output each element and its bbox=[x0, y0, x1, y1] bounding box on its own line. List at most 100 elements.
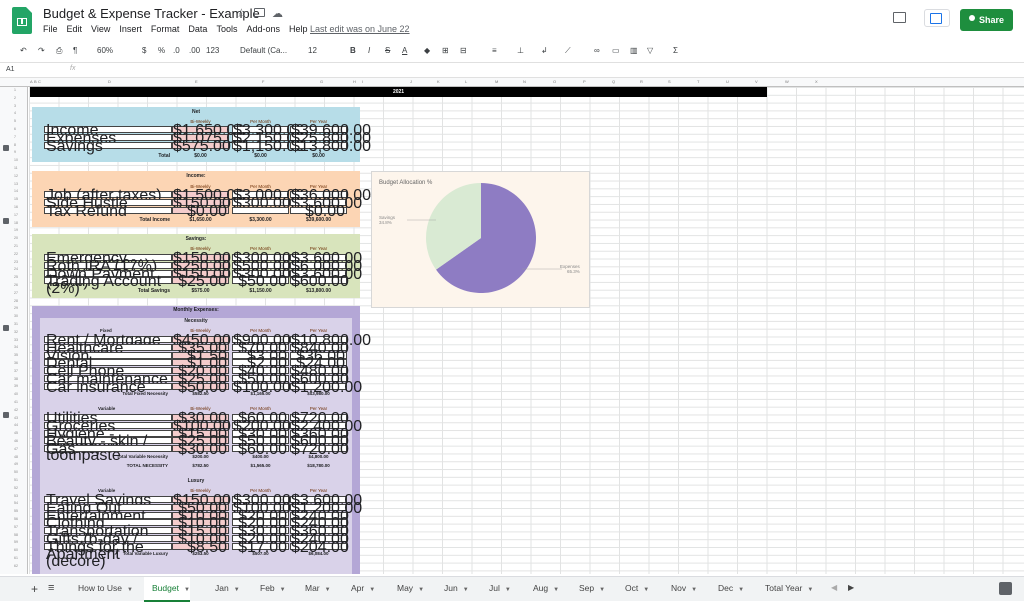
column-header-j[interactable]: J bbox=[410, 79, 412, 84]
strikethrough-button[interactable]: S bbox=[385, 46, 390, 55]
sheet-tab-may[interactable]: May ▼ bbox=[389, 577, 424, 602]
column-header-u[interactable]: U bbox=[726, 79, 729, 84]
scroll-right-icon[interactable]: ▶ bbox=[848, 583, 854, 592]
sheet-tab-jul[interactable]: Jul ▼ bbox=[481, 577, 511, 602]
redo-icon[interactable]: ↷ bbox=[38, 46, 45, 55]
tab-menu-arrow-icon[interactable]: ▼ bbox=[463, 587, 469, 593]
row-header[interactable]: 29 bbox=[14, 306, 18, 310]
horizontal-align-icon[interactable]: ≡ bbox=[492, 46, 497, 55]
tab-menu-arrow-icon[interactable]: ▼ bbox=[184, 587, 190, 593]
comment-history-icon[interactable] bbox=[893, 12, 906, 23]
cell-py[interactable]: $204.00 bbox=[290, 539, 349, 555]
sheet-tab-mar[interactable]: Mar ▼ bbox=[297, 577, 331, 602]
row-header[interactable]: 39 bbox=[14, 384, 18, 388]
spreadsheet-grid[interactable]: ABCDEFGHIJKLMNOPQRSTUVWX 1 2 3 4 5 6 7 8 9 10 11 12… bbox=[0, 78, 1024, 574]
font-size-select[interactable]: 12 bbox=[308, 46, 317, 55]
cell-py[interactable]: $13,800.00 bbox=[290, 138, 371, 154]
present-button[interactable] bbox=[924, 9, 950, 27]
tab-menu-arrow-icon[interactable]: ▼ bbox=[234, 587, 240, 593]
row-header[interactable]: 57 bbox=[14, 525, 18, 529]
bold-button[interactable]: B bbox=[350, 46, 356, 55]
menu-file[interactable]: File bbox=[43, 24, 58, 34]
row-header[interactable]: 51 bbox=[14, 478, 18, 482]
column-header-v[interactable]: V bbox=[755, 79, 758, 84]
percent-format-button[interactable]: % bbox=[158, 46, 165, 55]
row-header[interactable]: 20 bbox=[14, 236, 18, 240]
filter-icon[interactable]: ▽ bbox=[647, 46, 653, 55]
borders-icon[interactable]: ⊞ bbox=[442, 46, 449, 55]
row-label[interactable]: Things for the Apartment (decore) bbox=[44, 539, 172, 569]
row-header[interactable]: 12 bbox=[14, 174, 18, 178]
sheet-tab-oct[interactable]: Oct ▼ bbox=[617, 577, 649, 602]
cell-pm[interactable] bbox=[232, 206, 289, 214]
tab-menu-arrow-icon[interactable]: ▼ bbox=[599, 587, 605, 593]
row-label[interactable]: Car insurance bbox=[44, 379, 172, 395]
row-header[interactable]: 24 bbox=[14, 267, 18, 271]
row-header[interactable]: 38 bbox=[14, 377, 18, 381]
menu-format[interactable]: Format bbox=[151, 24, 180, 34]
row-header[interactable]: 52 bbox=[14, 486, 18, 490]
tab-menu-arrow-icon[interactable]: ▼ bbox=[369, 587, 375, 593]
increase-decimal-button[interactable]: .00 bbox=[189, 46, 200, 55]
row-header[interactable]: 8 bbox=[14, 143, 16, 147]
text-rotation-icon[interactable]: ⟋ bbox=[565, 46, 571, 56]
column-header-c[interactable]: C bbox=[38, 79, 41, 84]
menu-data[interactable]: Data bbox=[188, 24, 207, 34]
row-header[interactable]: 7 bbox=[14, 135, 16, 139]
row-header[interactable]: 62 bbox=[14, 564, 18, 568]
menu-tools[interactable]: Tools bbox=[216, 24, 237, 34]
row-header[interactable]: 6 bbox=[14, 127, 16, 131]
row-header[interactable]: 47 bbox=[14, 447, 18, 451]
document-title[interactable]: Budget & Expense Tracker - Example bbox=[43, 6, 260, 21]
expand-group-icon[interactable] bbox=[3, 145, 9, 151]
row-header[interactable]: 36 bbox=[14, 361, 18, 365]
row-header[interactable]: 48 bbox=[14, 455, 18, 459]
cell-pm[interactable]: $17.00 bbox=[232, 539, 289, 555]
column-header-h[interactable]: H bbox=[353, 79, 356, 84]
row-header[interactable]: 25 bbox=[14, 275, 18, 279]
more-formats-button[interactable]: 123 bbox=[206, 46, 219, 55]
row-header[interactable]: 13 bbox=[14, 182, 18, 186]
all-sheets-icon[interactable]: ≡ bbox=[48, 582, 54, 594]
font-select[interactable]: Default (Ca... bbox=[240, 46, 287, 55]
row-header[interactable]: 21 bbox=[14, 244, 18, 248]
cell-py[interactable]: $600.00 bbox=[290, 274, 349, 290]
column-header-g[interactable]: G bbox=[320, 79, 323, 84]
row-header[interactable]: 23 bbox=[14, 260, 18, 264]
cell-pm[interactable]: $300.00 bbox=[232, 195, 291, 211]
decrease-decimal-button[interactable]: .0 bbox=[173, 46, 180, 55]
column-header-d[interactable]: D bbox=[108, 79, 111, 84]
cell-py[interactable]: $0.00 bbox=[290, 203, 347, 219]
menu-addons[interactable]: Add-ons bbox=[246, 24, 280, 34]
menu-help[interactable]: Help bbox=[289, 24, 308, 34]
row-header[interactable]: 11 bbox=[14, 166, 18, 170]
tab-menu-arrow-icon[interactable]: ▼ bbox=[738, 587, 744, 593]
text-wrap-icon[interactable]: ↲ bbox=[541, 46, 548, 55]
row-header[interactable]: 9 bbox=[14, 150, 16, 154]
row-label[interactable]: Gas bbox=[44, 442, 172, 458]
menu-insert[interactable]: Insert bbox=[119, 24, 142, 34]
cell-bi[interactable]: $30.00 bbox=[172, 442, 229, 458]
functions-icon[interactable]: Σ bbox=[673, 46, 678, 55]
column-header-n[interactable]: N bbox=[523, 79, 526, 84]
currency-format-button[interactable]: $ bbox=[142, 46, 146, 55]
row-header[interactable]: 28 bbox=[14, 299, 18, 303]
tab-menu-arrow-icon[interactable]: ▼ bbox=[127, 587, 133, 593]
tab-menu-arrow-icon[interactable]: ▼ bbox=[325, 587, 331, 593]
explore-icon[interactable] bbox=[999, 582, 1012, 595]
column-header-a[interactable]: A bbox=[30, 79, 33, 84]
sheet-tab-total-year[interactable]: Total Year ▼ bbox=[757, 577, 813, 602]
row-header[interactable]: 59 bbox=[14, 540, 18, 544]
cell-bi[interactable]: $25.00 bbox=[172, 274, 229, 290]
row-header[interactable]: 60 bbox=[14, 548, 18, 552]
text-color-button[interactable]: A bbox=[402, 46, 407, 55]
star-icon[interactable]: ☆ bbox=[236, 6, 247, 20]
move-folder-icon[interactable] bbox=[254, 8, 265, 17]
row-header[interactable]: 10 bbox=[14, 158, 18, 162]
sheet-tab-jun[interactable]: Jun ▼ bbox=[436, 577, 469, 602]
menu-edit[interactable]: Edit bbox=[67, 24, 83, 34]
tab-menu-arrow-icon[interactable]: ▼ bbox=[691, 587, 697, 593]
sheet-tab-apr[interactable]: Apr ▼ bbox=[343, 577, 375, 602]
budget-allocation-chart[interactable]: Budget Allocation % Savings 34.8% Expense… bbox=[371, 171, 590, 308]
row-header[interactable]: 55 bbox=[14, 509, 18, 513]
